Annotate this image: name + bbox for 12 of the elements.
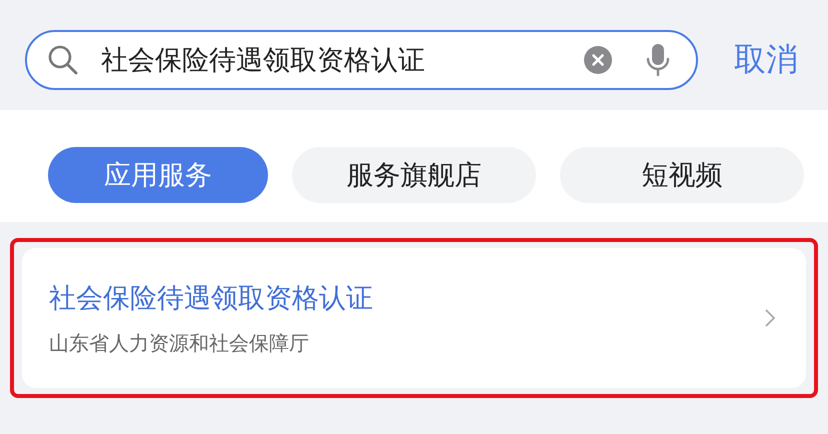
tab[interactable]: 短视频 [560,147,804,203]
search-icon [47,44,79,76]
clear-icon[interactable] [584,46,612,74]
result-card[interactable]: 社会保险待遇领取资格认证 山东省人力资源和社会保障厅 [22,248,806,388]
search-field[interactable]: 社会保险待遇领取资格认证 [25,30,698,90]
tab[interactable]: 服务旗舰店 [292,147,536,203]
result-title: 社会保险待遇领取资格认证 [49,282,374,316]
result-subtitle: 山东省人力资源和社会保障厅 [49,330,310,356]
cancel-button[interactable]: 取消 [734,38,798,82]
microphone-icon[interactable] [646,43,670,77]
chevron-right-icon [764,308,776,328]
tab[interactable]: 应用服务 [48,147,268,203]
